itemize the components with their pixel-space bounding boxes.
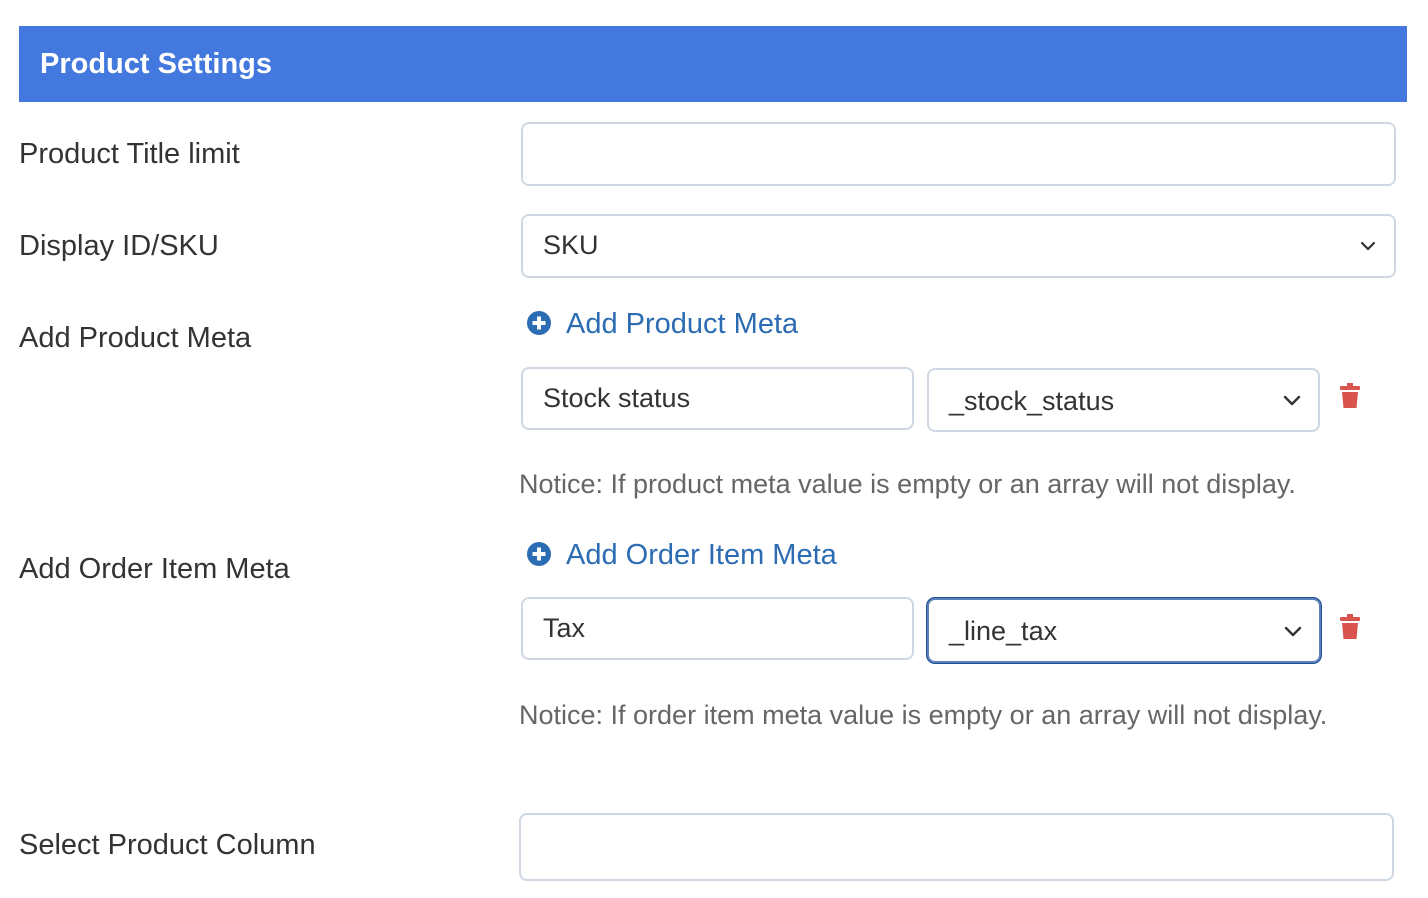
add-order-item-meta-button[interactable]: Add Order Item Meta — [526, 537, 866, 573]
add-product-meta-text: Add Product Meta — [566, 308, 799, 340]
plus-circle-icon — [527, 542, 551, 566]
product-settings-header: Product Settings — [19, 26, 1407, 102]
product-meta-name-input[interactable]: Stock status — [521, 367, 914, 430]
display-id-sku-select[interactable]: SKU — [521, 214, 1396, 278]
add-order-item-meta-text: Add Order Item Meta — [566, 539, 837, 571]
display-id-sku-value: SKU — [543, 230, 599, 260]
trash-icon[interactable] — [1340, 383, 1360, 409]
select-product-column-label: Select Product Column — [19, 829, 316, 861]
add-product-meta-button[interactable]: Add Product Meta — [526, 306, 826, 342]
chevron-down-icon — [1360, 241, 1376, 251]
product-meta-name-value: Stock status — [543, 383, 691, 413]
plus-circle-icon — [527, 311, 551, 335]
product-title-limit-label: Product Title limit — [19, 138, 240, 170]
product-meta-key-select[interactable]: _stock_status — [927, 368, 1320, 432]
product-title-limit-input[interactable] — [521, 122, 1396, 186]
add-order-item-meta-label: Add Order Item Meta — [19, 553, 290, 585]
product-meta-notice: Notice: If product meta value is empty o… — [519, 469, 1296, 499]
order-item-meta-key-select[interactable]: _line_tax — [927, 598, 1321, 663]
order-item-meta-key-value: _line_tax — [949, 616, 1058, 646]
product-meta-key-value: _stock_status — [949, 386, 1115, 416]
order-item-meta-name-input[interactable]: Tax — [521, 597, 914, 660]
trash-icon[interactable] — [1340, 614, 1360, 640]
chevron-down-icon — [1284, 626, 1302, 636]
display-id-sku-label: Display ID/SKU — [19, 230, 219, 262]
add-product-meta-label: Add Product Meta — [19, 322, 252, 354]
chevron-down-icon — [1283, 395, 1301, 406]
select-product-column-input[interactable] — [519, 813, 1394, 881]
order-item-meta-name-value: Tax — [543, 613, 586, 643]
panel-title: Product Settings — [40, 48, 273, 80]
order-item-meta-notice: Notice: If order item meta value is empt… — [519, 700, 1328, 730]
